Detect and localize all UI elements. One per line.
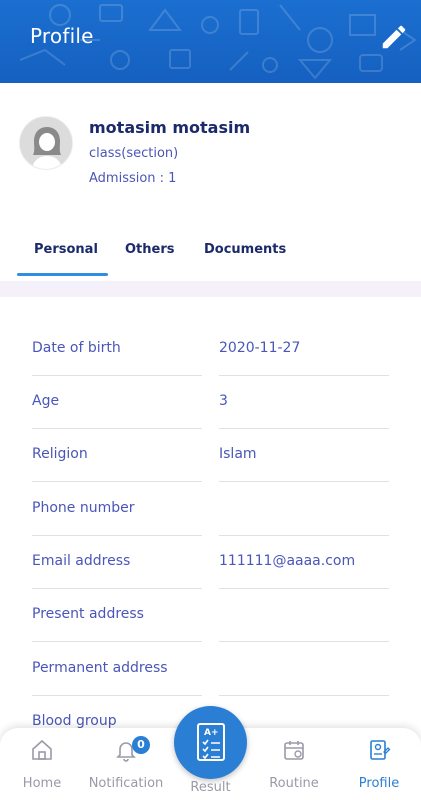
detail-label: Email address bbox=[32, 553, 202, 589]
nav-home-label: Home bbox=[22, 776, 62, 791]
detail-label: Age bbox=[32, 393, 202, 429]
detail-value: 2020-11-27 bbox=[219, 340, 389, 376]
active-tab-indicator bbox=[17, 273, 108, 276]
detail-row-present-address: Present address bbox=[32, 588, 389, 642]
detail-value bbox=[219, 500, 389, 536]
student-name: motasim motasim bbox=[89, 118, 251, 137]
admission-number: Admission : 1 bbox=[89, 171, 177, 186]
app-header: Profile bbox=[0, 0, 421, 83]
detail-row-age: Age 3 bbox=[32, 375, 389, 429]
calendar-icon bbox=[284, 741, 304, 760]
report-card-icon: A+ bbox=[197, 723, 225, 761]
tab-others[interactable]: Others bbox=[125, 242, 175, 257]
notification-count-badge: 0 bbox=[132, 736, 150, 754]
class-section: class(section) bbox=[89, 146, 179, 161]
page-title: Profile bbox=[30, 24, 94, 48]
nav-notification[interactable]: 0 Notification bbox=[84, 728, 168, 800]
detail-label: Present address bbox=[32, 606, 202, 642]
detail-label: Phone number bbox=[32, 500, 202, 536]
detail-value: 3 bbox=[219, 393, 389, 429]
user-avatar-icon bbox=[20, 117, 72, 169]
nav-home[interactable]: Home bbox=[0, 728, 84, 800]
result-button[interactable]: A+ bbox=[174, 706, 247, 779]
section-divider bbox=[0, 281, 421, 297]
detail-row-email-address: Email address 111111@aaaa.com bbox=[32, 535, 389, 589]
detail-value: Islam bbox=[219, 446, 389, 482]
detail-row-religion: Religion Islam bbox=[32, 428, 389, 482]
svg-text:A+: A+ bbox=[204, 728, 219, 738]
avatar[interactable] bbox=[19, 116, 73, 170]
nav-result-label: Result bbox=[190, 780, 231, 795]
detail-row-phone-number: Phone number bbox=[32, 482, 389, 536]
detail-row-permanent-address: Permanent address bbox=[32, 642, 389, 696]
detail-value: 111111@aaaa.com bbox=[219, 553, 389, 589]
nav-profile[interactable]: Profile bbox=[337, 728, 421, 800]
nav-routine-label: Routine bbox=[269, 776, 319, 791]
detail-value bbox=[219, 606, 389, 642]
edit-profile-button[interactable] bbox=[379, 22, 409, 52]
tab-personal[interactable]: Personal bbox=[34, 242, 98, 257]
tab-documents[interactable]: Documents bbox=[204, 242, 286, 257]
nav-profile-label: Profile bbox=[358, 776, 400, 791]
nav-routine[interactable]: Routine bbox=[252, 728, 336, 800]
detail-value bbox=[219, 660, 389, 696]
profile-summary: motasim motasim class(section) Admission… bbox=[0, 83, 421, 203]
profile-document-icon bbox=[370, 740, 391, 760]
profile-tabs: Personal Others Documents bbox=[0, 228, 421, 280]
detail-row-date-of-birth: Date of birth 2020-11-27 bbox=[32, 322, 389, 376]
nav-notification-label: Notification bbox=[88, 776, 164, 791]
detail-label: Date of birth bbox=[32, 340, 202, 376]
home-icon bbox=[32, 739, 52, 760]
detail-label: Permanent address bbox=[32, 660, 202, 696]
pencil-icon bbox=[382, 25, 406, 49]
detail-label: Religion bbox=[32, 446, 202, 482]
